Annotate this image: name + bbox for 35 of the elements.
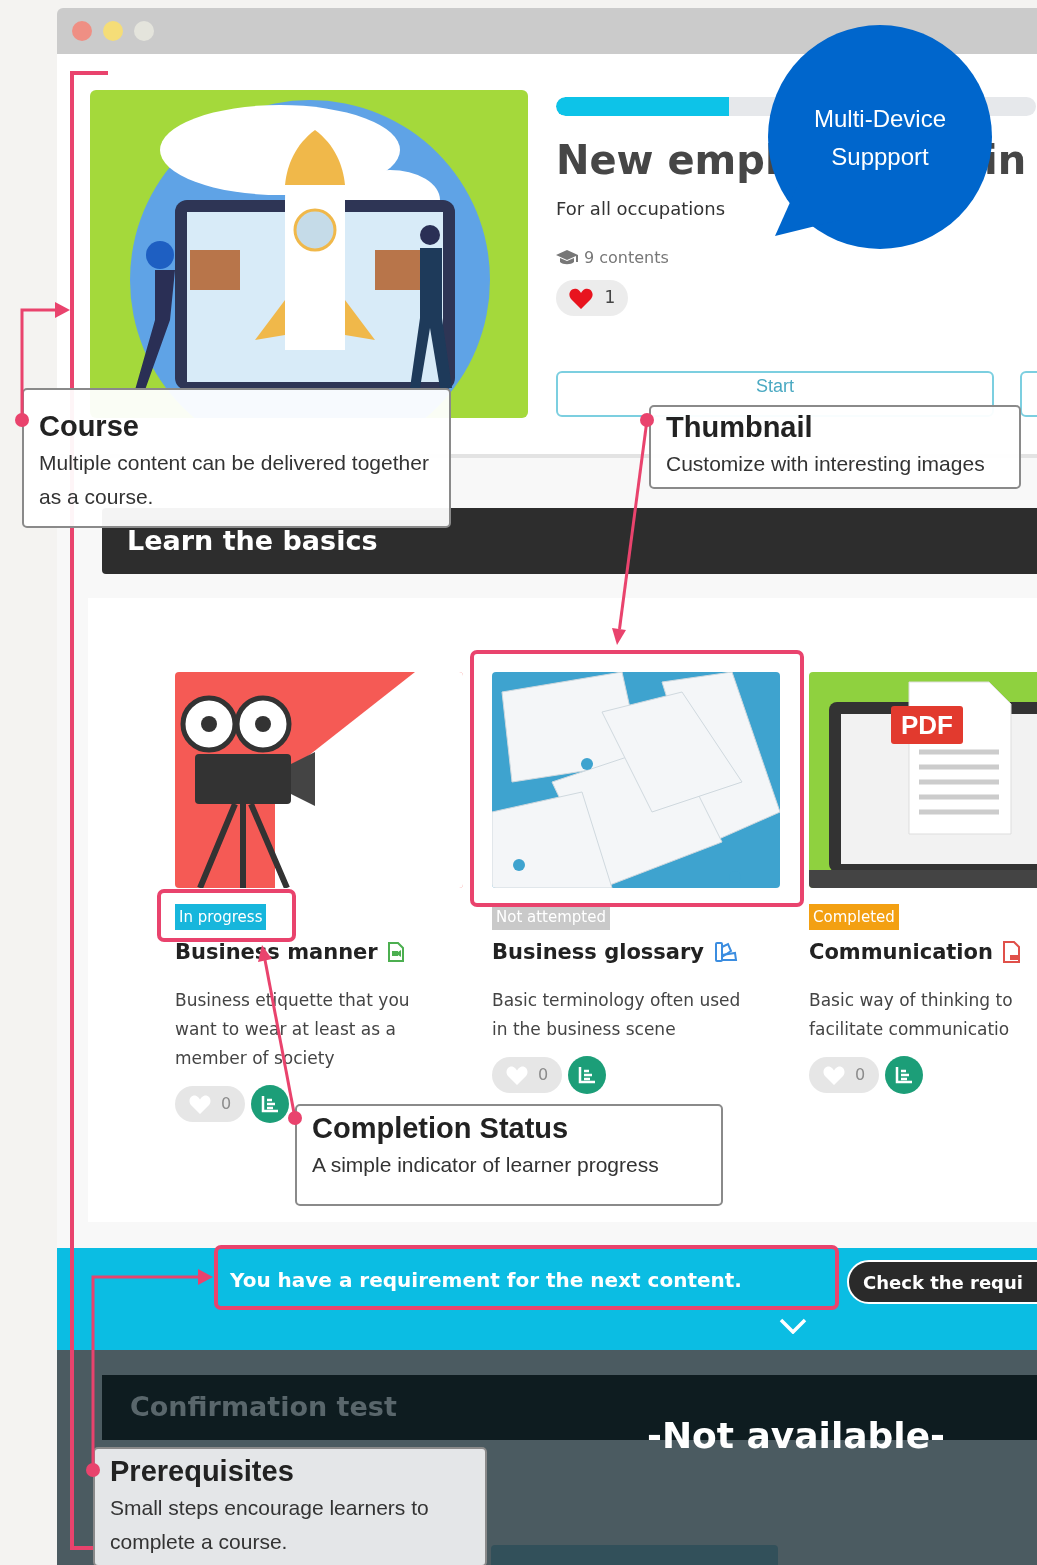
requirement-message: You have a requirement for the next content. — [230, 1267, 742, 1293]
heart-icon — [505, 1065, 528, 1085]
content-description: Basic way of thinking to facilitate communicatio — [809, 989, 1014, 1041]
callout-title: Completion Status — [312, 1111, 570, 1146]
bubble-tooltip-text: Multi-Device Suppport — [813, 104, 947, 172]
stats-button[interactable] — [251, 1085, 289, 1123]
callout-title: Prerequisites — [110, 1454, 295, 1489]
chevron-down-icon[interactable] — [779, 1318, 807, 1334]
stats-button[interactable] — [568, 1056, 606, 1094]
heart-icon — [568, 287, 593, 309]
chart-icon — [261, 1095, 279, 1113]
chart-icon — [895, 1066, 913, 1084]
callout-text: Customize with interesting images — [666, 451, 986, 477]
callout-text: A simple indicator of learner progress — [312, 1152, 660, 1178]
status-badge: In progress — [175, 904, 267, 930]
locked-section-title: Confirmation test — [130, 1390, 397, 1425]
pdf-label: PDF — [891, 706, 963, 744]
course-subtitle: For all occupations — [556, 198, 726, 220]
content-title[interactable]: Communication — [809, 938, 993, 966]
contents-count: 9 contents — [584, 247, 669, 269]
section-title: Learn the basics — [127, 523, 378, 558]
heart-icon — [188, 1094, 211, 1114]
not-available-notice: -Not available- — [647, 1414, 946, 1458]
callout-text: Multiple content can be delivered together as a course. — [39, 450, 430, 510]
stats-button[interactable] — [885, 1056, 923, 1094]
like-button[interactable]: 1 — [556, 280, 628, 316]
callout-text: Small steps encourage learners to complete a course. — [110, 1495, 430, 1555]
content-description: Basic terminology often used in the business scene — [492, 989, 742, 1041]
graduation-cap-icon — [556, 250, 578, 266]
status-badge: Completed — [809, 904, 899, 930]
check-requirement-button[interactable]: Check the requi — [847, 1260, 1037, 1304]
callout-title: Course — [39, 409, 140, 444]
heart-icon — [822, 1065, 845, 1085]
content-title[interactable]: Business glossary — [492, 938, 705, 966]
chart-icon — [578, 1066, 596, 1084]
